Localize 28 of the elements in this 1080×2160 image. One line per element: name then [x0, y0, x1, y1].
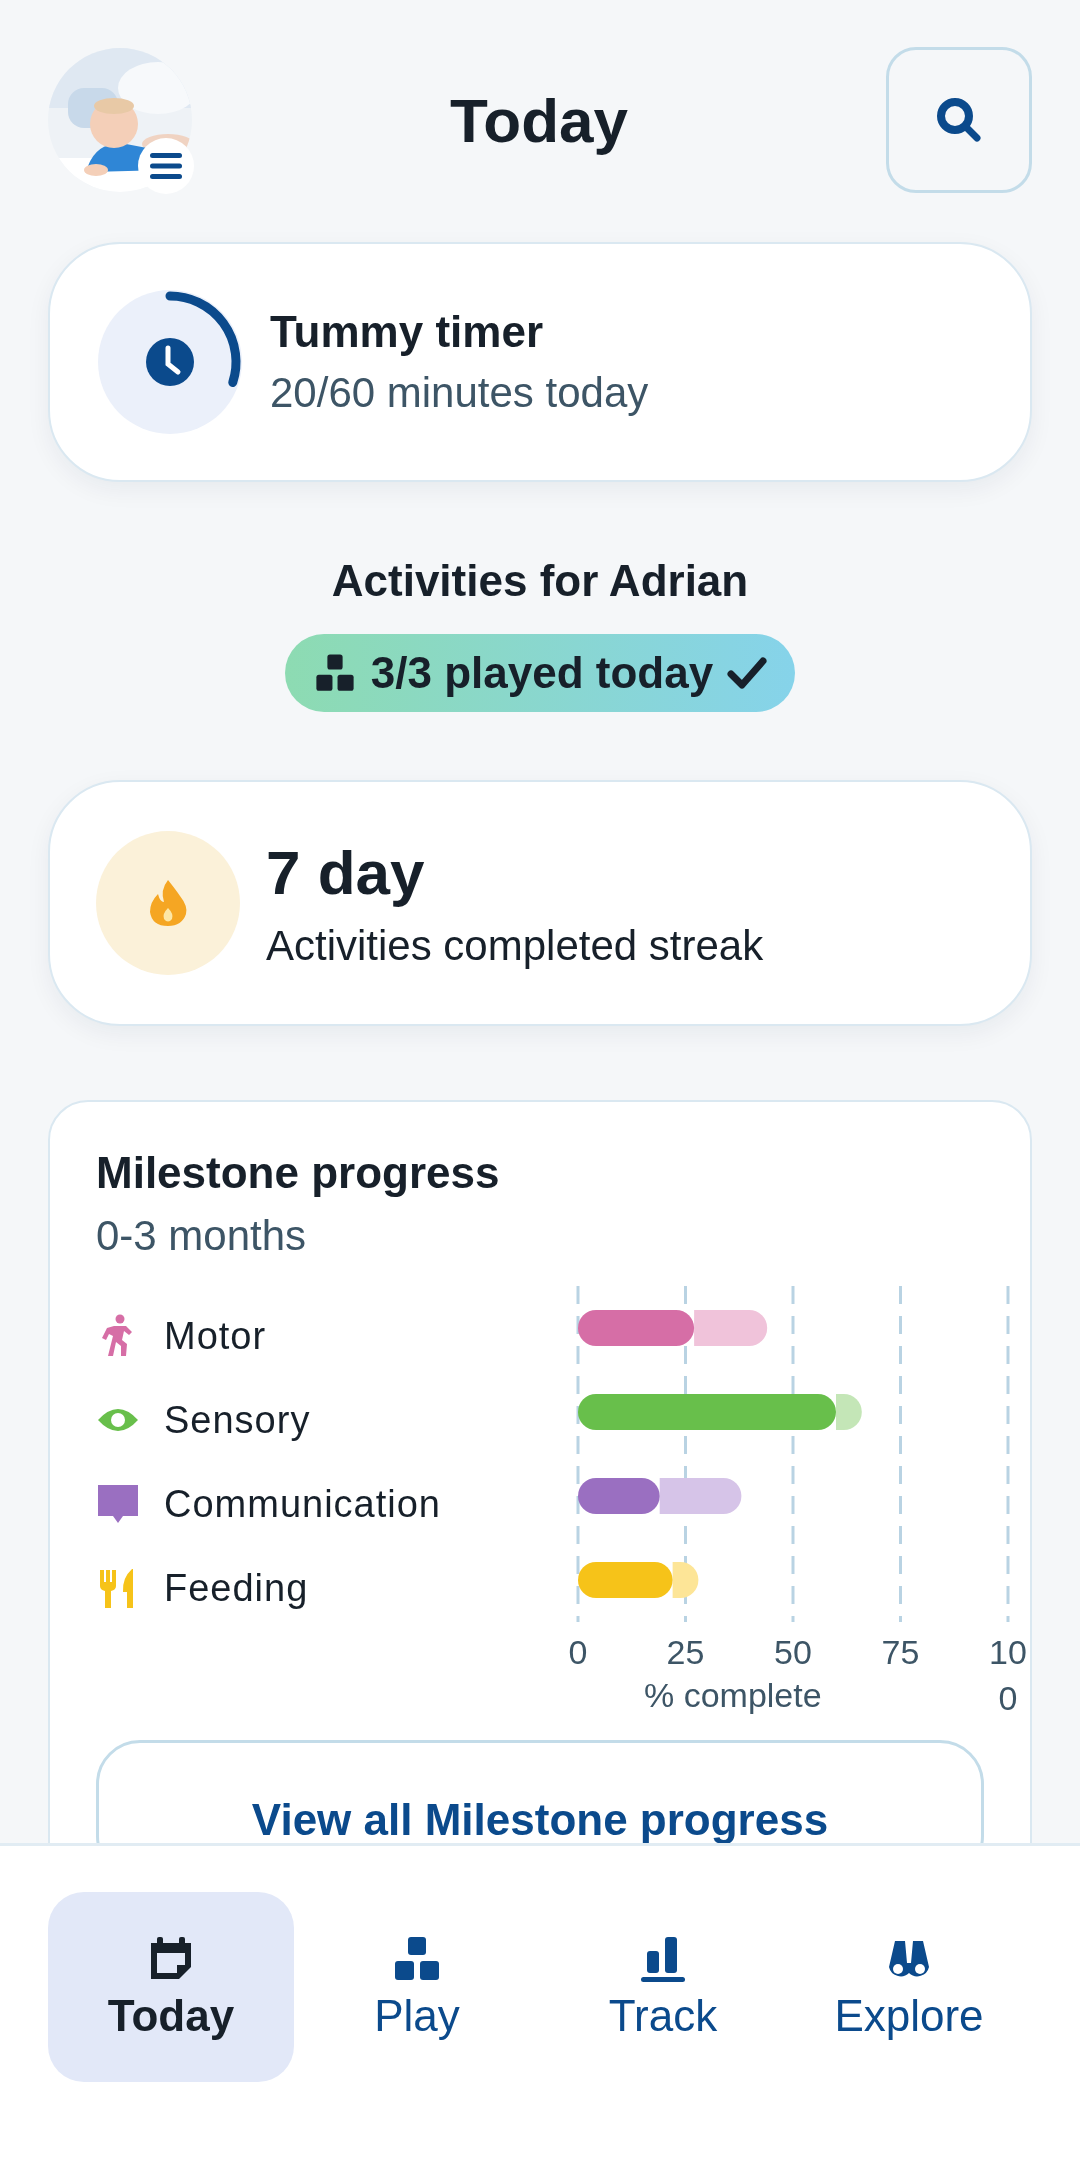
- check-icon: [727, 656, 768, 690]
- streak-label: Activities completed streak: [266, 921, 764, 970]
- tick-label: 75: [880, 1632, 921, 1673]
- nav-tab[interactable]: Track: [540, 1892, 786, 2082]
- menu-icon: [149, 152, 183, 180]
- nav-tab[interactable]: Play: [294, 1892, 540, 2082]
- card-subtitle: 0-3 months: [96, 1212, 308, 1260]
- nav-tab[interactable]: Explore: [786, 1892, 1032, 2082]
- category-label: Feeding: [164, 1566, 309, 1610]
- tick-label: 100: [988, 1632, 1028, 1719]
- search-button[interactable]: [886, 47, 1032, 193]
- card-subtitle: 20/60 minutes today: [270, 369, 649, 417]
- streak-count: 7 day: [266, 836, 426, 908]
- axis-title: % complete: [644, 1676, 822, 1715]
- tick-label: 50: [773, 1632, 813, 1673]
- tummy-timer-card[interactable]: Tummy timer 20/60 minutes today: [48, 242, 1032, 482]
- category-label: Motor: [164, 1314, 267, 1358]
- tick-label: 25: [665, 1632, 706, 1673]
- category-label: Sensory: [164, 1398, 311, 1442]
- card-title: Tummy timer: [270, 307, 545, 357]
- search-icon: [935, 96, 983, 144]
- nav-tab[interactable]: Today: [48, 1892, 294, 2082]
- page-title: Today: [450, 84, 628, 156]
- section-heading: Activities for Adrian: [331, 556, 749, 606]
- category-label: Communication: [164, 1482, 441, 1526]
- card-title: Milestone progress: [96, 1148, 501, 1198]
- tick-label: 0: [567, 1632, 589, 1673]
- badge-text: 3/3 played today: [370, 648, 714, 698]
